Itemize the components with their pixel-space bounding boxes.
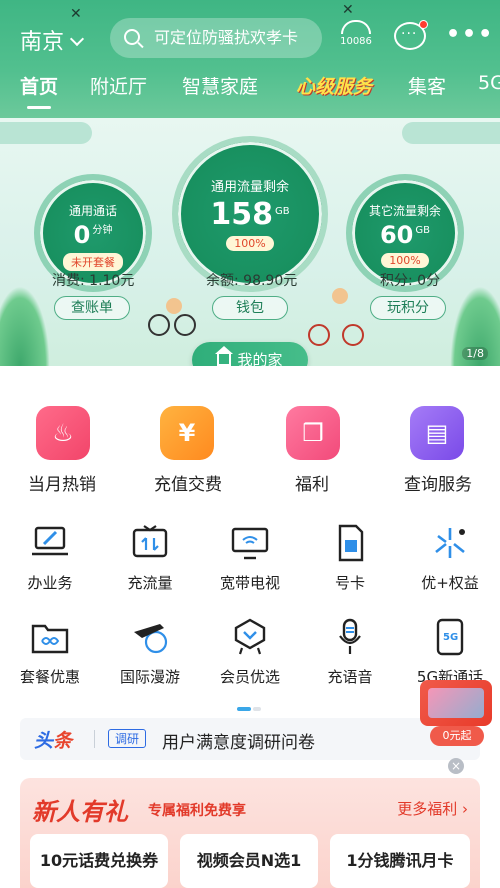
member-badge-icon[interactable] — [230, 618, 270, 656]
gauge-value: 0 — [73, 221, 91, 249]
newcomer-promo: 新人有礼 专属福利免费享 更多福利 › 10元话费兑换券 视频会员N选1 1分钱… — [20, 778, 480, 888]
spend-stat: 消费: 1.10元 — [52, 273, 135, 289]
service-recharge[interactable]: 充值交费 — [138, 470, 238, 495]
account-banner[interactable]: 通用通话 0 分钟 未开套餐 通用流量剩余 158 GB 100% 其它流量剩余 6… — [0, 118, 500, 366]
view-bill-button[interactable]: 查账单 — [54, 296, 130, 320]
search-icon — [124, 29, 140, 45]
more-benefits-link[interactable]: 更多福利 › — [397, 798, 468, 819]
data-gauge[interactable]: 通用流量剩余 158 GB 100% — [172, 136, 328, 292]
balance-stat: 余额: 98.90元 — [206, 273, 298, 289]
search-placeholder: 可定位防骚扰欢孝卡 — [154, 28, 299, 47]
grid-page-indicator — [237, 696, 263, 715]
headline-bar[interactable]: 头条 调研 用户满意度调研问卷 — [20, 718, 480, 760]
5g-phone-icon[interactable]: 5G — [430, 618, 470, 656]
gauge-value: 158 — [210, 197, 273, 232]
gift-icon[interactable]: ❒ — [286, 406, 340, 460]
banner-decoration — [0, 122, 92, 144]
gauge-unit: GB — [275, 206, 290, 217]
tab-smart-home[interactable]: 智慧家庭 — [182, 72, 258, 99]
city-selector[interactable]: 南京 — [20, 24, 85, 56]
plant-decoration — [0, 286, 50, 366]
sim-card-icon[interactable] — [330, 524, 370, 562]
service-hot-sale[interactable]: 当月热销 — [12, 470, 112, 495]
home-icon — [215, 346, 234, 366]
service-query[interactable]: 查询服务 — [388, 470, 488, 495]
coupon-card[interactable]: 1分钱腾讯月卡 — [330, 834, 470, 888]
yen-icon[interactable]: ¥ — [160, 406, 214, 460]
kid-on-bike-illustration — [308, 288, 368, 354]
gauge-badge: 100% — [226, 236, 274, 251]
gauge-unit: GB — [415, 225, 430, 236]
headline-badge: 调研 — [108, 729, 147, 748]
headline-text[interactable]: 用户满意度调研问卷 — [162, 728, 315, 753]
city-label: 南京 — [20, 30, 65, 55]
chevron-down-icon — [69, 31, 85, 47]
phone-icon — [341, 20, 371, 34]
coupon-card[interactable]: 10元话费兑换券 — [30, 834, 168, 888]
data-charge-icon[interactable] — [130, 524, 170, 562]
tab-star-service[interactable]: 心级服务 — [296, 72, 372, 99]
more-menu-button[interactable]: ••• — [446, 22, 494, 47]
header: ✕ ✕ 南京 可定位防骚扰欢孝卡 10086 ••• 首页 附近厅 智慧家庭 心… — [0, 0, 500, 118]
points-stat: 积分: 0分 — [380, 273, 441, 289]
promo-title: 新人有礼 — [32, 798, 128, 826]
service-broadband-tv[interactable]: 宽带电视 — [200, 572, 300, 593]
tab-enterprise[interactable]: 集客 — [408, 72, 446, 99]
service-plus-benefits[interactable]: 优+权益 — [400, 572, 500, 593]
service-roaming[interactable]: 国际漫游 — [100, 666, 200, 687]
banner-decoration — [402, 122, 500, 144]
coupon-card[interactable]: 视频会员N选1 — [180, 834, 318, 888]
notification-dot — [419, 20, 428, 29]
gauge-title: 通用流量剩余 — [210, 180, 289, 195]
gauge-badge: 100% — [381, 253, 429, 268]
divider — [94, 730, 95, 748]
headline-tag: 头条 — [34, 730, 73, 752]
sparkle-icon[interactable] — [430, 524, 470, 562]
gauge-title: 其它流量剩余 — [368, 204, 441, 218]
points-button[interactable]: 玩积分 — [370, 296, 446, 320]
wallet-button[interactable]: 钱包 — [212, 296, 288, 320]
service-member-picks[interactable]: 会员优选 — [200, 666, 300, 687]
laptop-pen-icon[interactable] — [30, 524, 70, 562]
promo-subtitle: 专属福利免费享 — [148, 803, 246, 819]
floating-gift-ad[interactable]: 0元起 — [416, 680, 494, 746]
plane-globe-icon[interactable] — [130, 618, 170, 656]
hotline-button[interactable]: 10086 — [338, 16, 374, 60]
service-data-recharge[interactable]: 充流量 — [100, 572, 200, 593]
tab-5g[interactable]: 5G — [478, 72, 500, 94]
service-sim-card[interactable]: 号卡 — [300, 572, 400, 593]
wifi-tv-icon[interactable] — [230, 524, 270, 562]
kid-on-bike-illustration — [148, 298, 198, 338]
message-icon[interactable] — [394, 20, 428, 50]
service-plan-discount[interactable]: 套餐优惠 — [0, 666, 100, 687]
hotline-number: 10086 — [340, 36, 372, 47]
svg-text:5G: 5G — [443, 632, 458, 643]
service-voice-recharge[interactable]: 充语音 — [300, 666, 400, 687]
close-icon[interactable]: × — [448, 758, 464, 774]
flame-icon[interactable]: ♨ — [36, 406, 90, 460]
tab-home[interactable]: 首页 — [20, 72, 58, 109]
gauge-badge: 未开套餐 — [63, 253, 123, 271]
tab-nearby-hall[interactable]: 附近厅 — [90, 72, 147, 99]
service-welfare[interactable]: 福利 — [262, 470, 362, 495]
gift-tag: 0元起 — [430, 726, 484, 746]
service-grid: ♨ ¥ ❒ ▤ 当月热销 充值交费 福利 查询服务 办业务 充流量 宽带电视 号… — [0, 366, 500, 888]
folder-infinity-icon[interactable] — [30, 618, 70, 656]
tab-bar: 首页 附近厅 智慧家庭 心级服务 集客 5G — [0, 72, 500, 109]
document-search-icon[interactable]: ▤ — [410, 406, 464, 460]
gauge-value: 60 — [379, 221, 414, 249]
gauge-unit: 分钟 — [92, 225, 113, 236]
gift-box-icon — [420, 680, 492, 726]
carousel-pager: 1/8 — [462, 347, 488, 360]
gauge-title: 通用通话 — [68, 204, 117, 218]
search-input[interactable]: 可定位防骚扰欢孝卡 — [110, 18, 322, 58]
service-business[interactable]: 办业务 — [0, 572, 100, 593]
microphone-icon[interactable] — [330, 618, 370, 656]
top-bar: 南京 可定位防骚扰欢孝卡 10086 ••• — [0, 14, 500, 64]
